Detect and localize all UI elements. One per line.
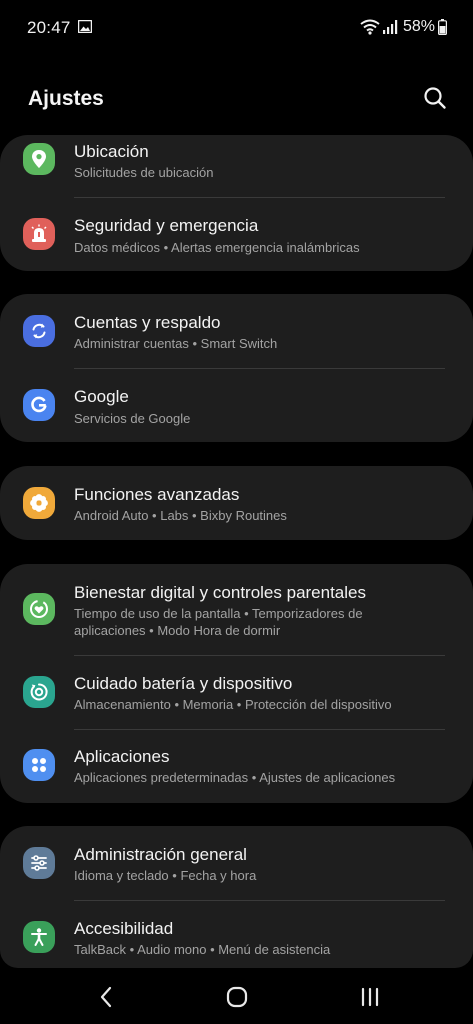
emergency-icon [23,218,55,250]
settings-item-accounts-backup[interactable]: Cuentas y respaldo Administrar cuentas •… [0,294,473,368]
status-bar: 20:47 58% [0,0,473,56]
settings-item-title: Accesibilidad [74,919,174,938]
wifi-icon [360,19,380,35]
settings-item-apps[interactable]: Aplicaciones Aplicaciones predeterminada… [0,730,473,803]
home-button[interactable] [217,982,257,1012]
settings-item-subtitle: TalkBack • Audio mono • Menú de asistenc… [74,942,331,957]
settings-item-device-care[interactable]: Cuidado batería y dispositivo Almacenami… [0,656,473,729]
settings-item-accessibility[interactable]: Accesibilidad TalkBack • Audio mono • Me… [0,901,473,968]
settings-item-digital-wellbeing[interactable]: Bienestar digital y controles parentales… [0,564,473,655]
google-icon [23,389,55,421]
settings-card-accounts-google: Cuentas y respaldo Administrar cuentas •… [0,294,473,442]
settings-item-location[interactable]: Ubicación Solicitudes de ubicación [0,135,473,197]
settings-card-general-accessibility: Administración general Idioma y teclado … [0,826,473,968]
status-indicators: 58% [360,16,447,38]
home-icon [226,986,248,1008]
settings-item-subtitle: Idioma y teclado • Fecha y hora [74,868,257,883]
search-icon [424,87,446,109]
settings-item-subtitle: Solicitudes de ubicación [74,165,214,180]
settings-item-title: Bienestar digital y controles parentales [74,583,366,602]
advanced-features-icon [23,487,55,519]
gallery-icon [78,20,92,33]
settings-item-advanced-features[interactable]: Funciones avanzadas Android Auto • Labs … [0,466,473,540]
signal-icon [382,20,398,34]
settings-item-title: Seguridad y emergencia [74,216,259,235]
settings-item-general-management[interactable]: Administración general Idioma y teclado … [0,826,473,900]
device-care-icon [23,676,55,708]
settings-item-title: Administración general [74,845,247,864]
location-pin-icon [23,143,55,175]
recents-button[interactable] [350,982,390,1012]
settings-item-security-emergency[interactable]: Seguridad y emergencia Datos médicos • A… [0,198,473,271]
sync-icon [23,315,55,347]
back-icon [100,986,112,1008]
sliders-icon [23,847,55,879]
page-title: Ajustes [28,87,104,110]
settings-item-subtitle: Tiempo de uso de la pantalla • Temporiza… [74,606,363,638]
settings-item-subtitle: Aplicaciones predeterminadas • Ajustes d… [74,770,396,785]
settings-item-title: Cuidado batería y dispositivo [74,674,293,693]
header: Ajustes [0,70,473,130]
settings-card-advanced: Funciones avanzadas Android Auto • Labs … [0,466,473,540]
settings-item-subtitle: Administrar cuentas • Smart Switch [74,336,278,351]
settings-item-subtitle: Android Auto • Labs • Bixby Routines [74,508,287,523]
settings-item-subtitle: Servicios de Google [74,411,191,426]
settings-item-subtitle: Almacenamiento • Memoria • Protección de… [74,697,392,712]
wellbeing-icon [23,593,55,625]
apps-icon [23,749,55,781]
settings-card-location-security: Ubicación Solicitudes de ubicación Segur… [0,135,473,271]
settings-item-google[interactable]: Google Servicios de Google [0,369,473,442]
accessibility-icon [23,921,55,953]
battery-icon [438,19,447,35]
settings-item-title: Google [74,387,129,406]
settings-item-title: Aplicaciones [74,747,170,766]
navigation-bar [0,970,473,1024]
settings-item-subtitle: Datos médicos • Alertas emergencia inalá… [74,240,360,255]
status-time: 20:47 [27,18,71,37]
settings-item-title: Cuentas y respaldo [74,313,221,332]
settings-item-title: Ubicación [74,142,149,161]
search-button[interactable] [421,84,449,112]
back-button[interactable] [86,982,126,1012]
battery-percent: 58% [402,18,435,35]
settings-item-title: Funciones avanzadas [74,485,240,504]
settings-card-wellbeing-apps: Bienestar digital y controles parentales… [0,564,473,803]
recents-icon [361,987,379,1007]
